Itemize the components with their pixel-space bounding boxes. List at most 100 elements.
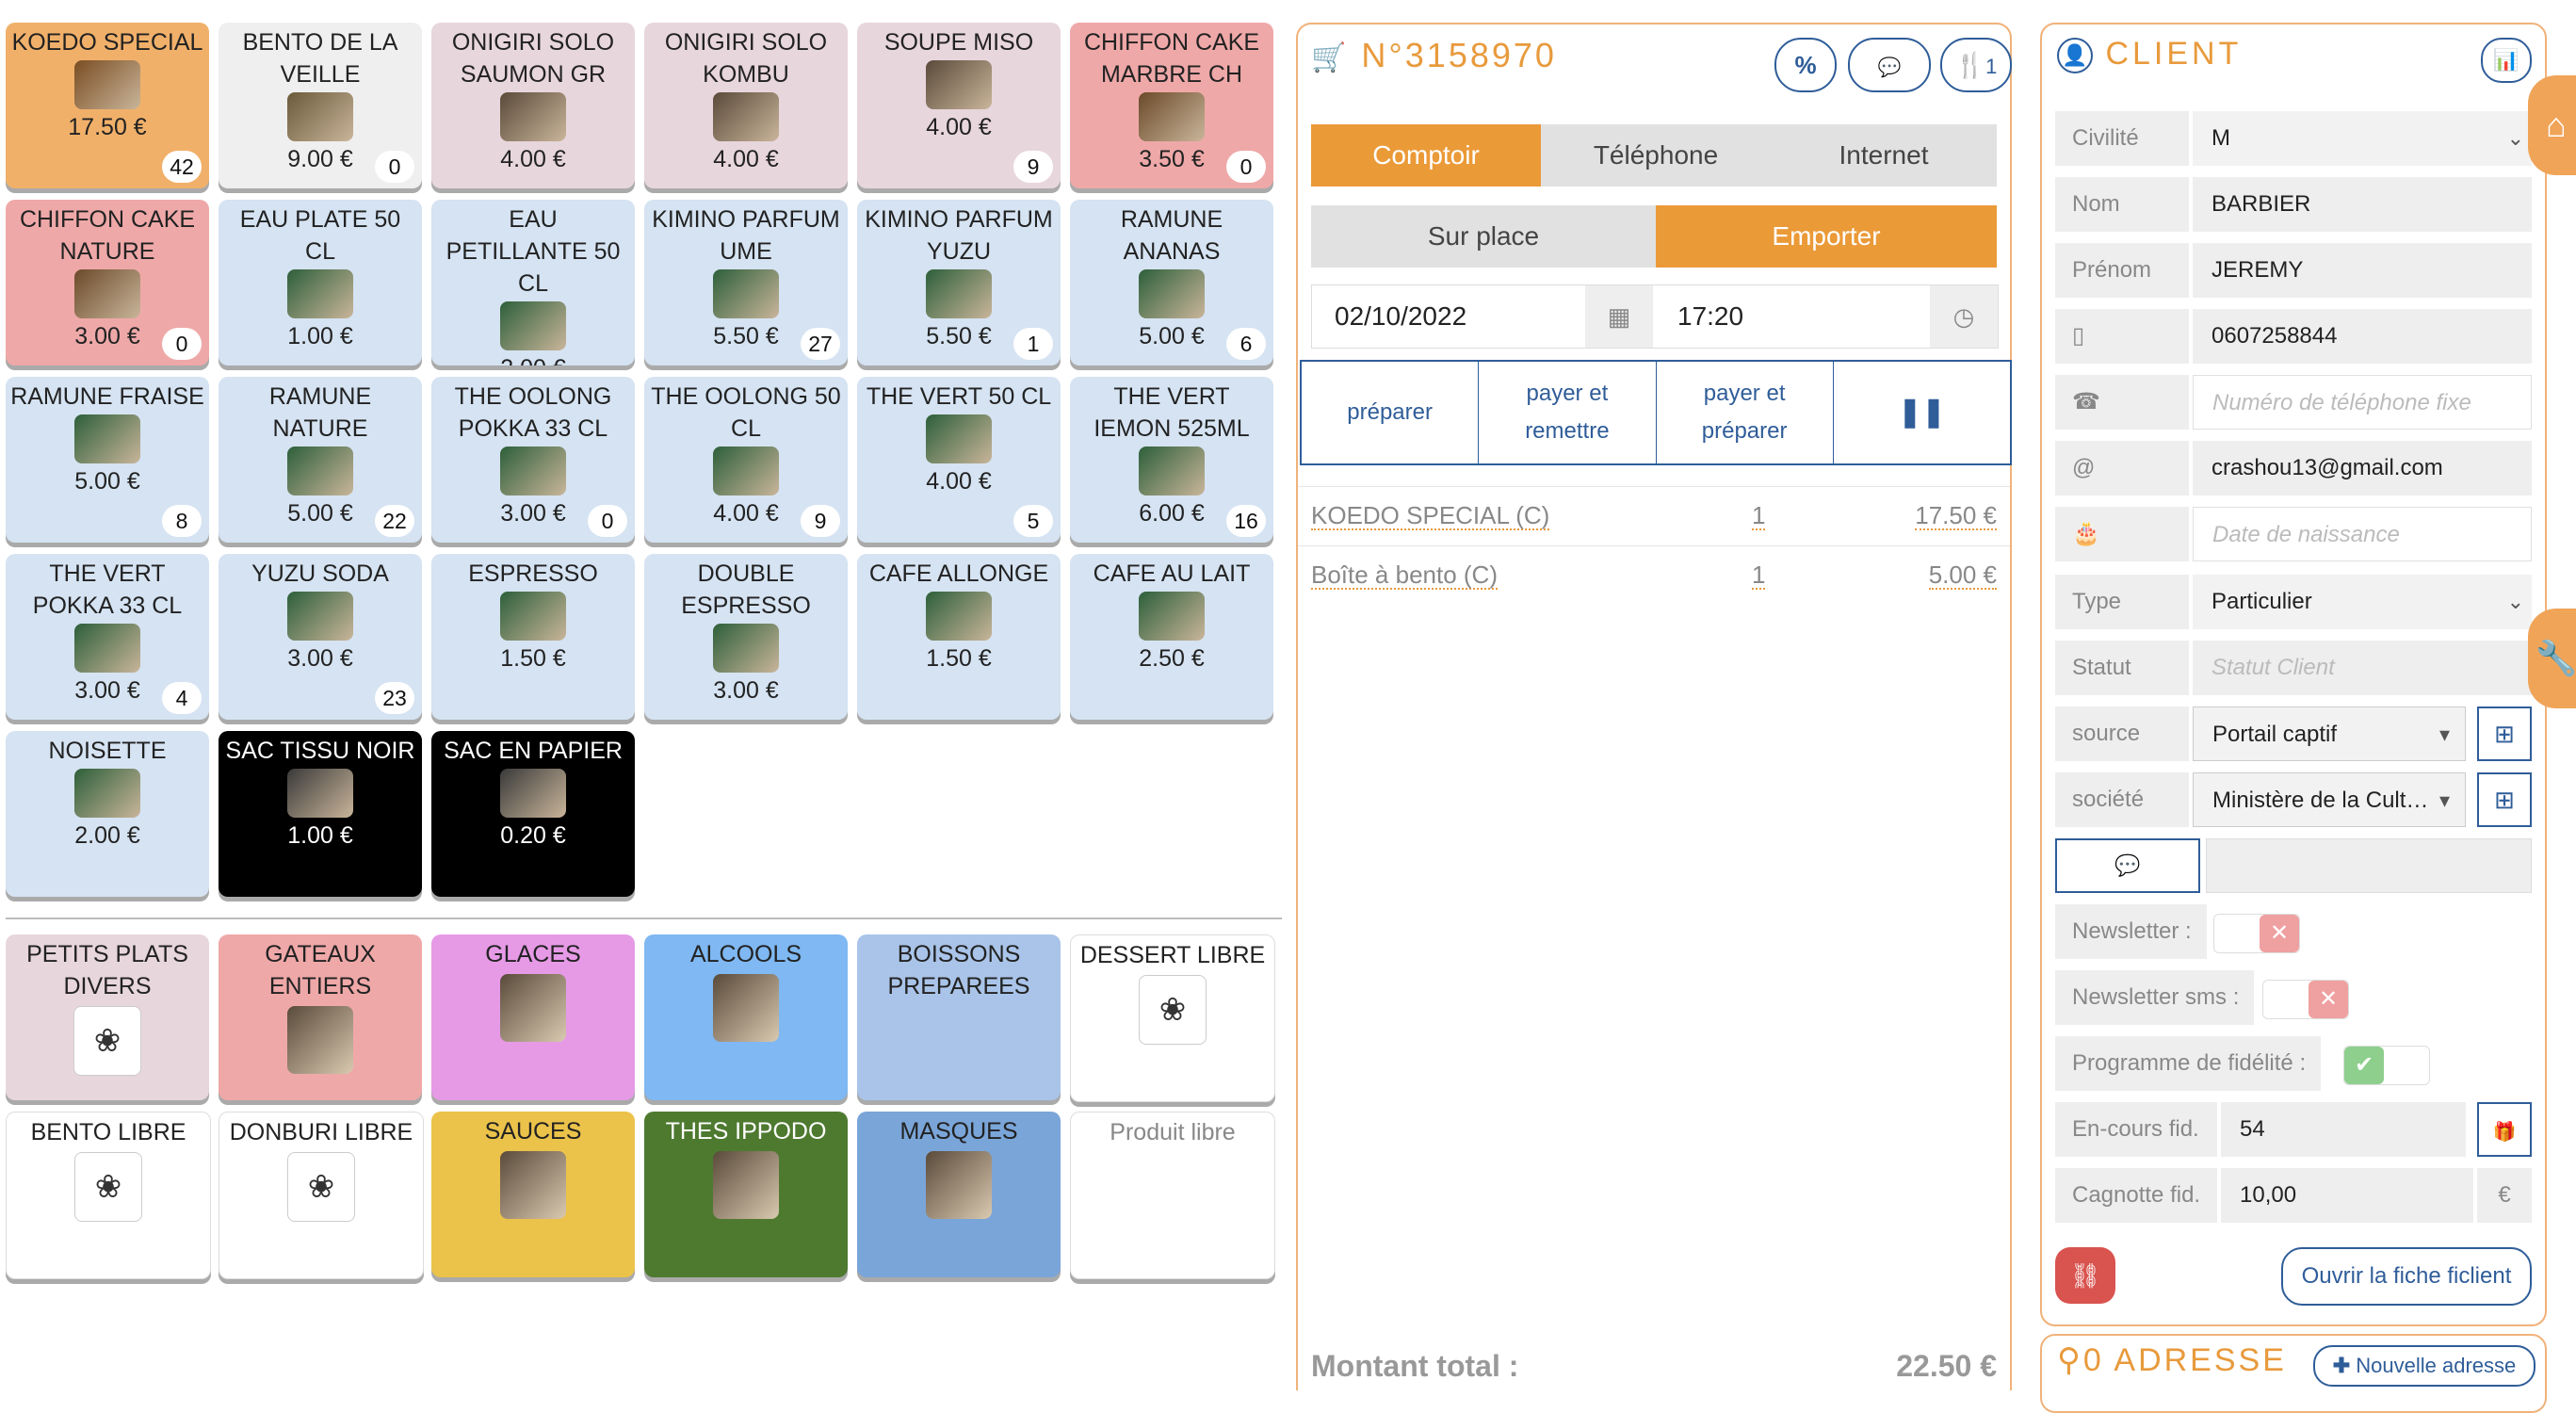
add-societe-button[interactable]: ⊞ xyxy=(2477,772,2532,827)
product-tile[interactable]: EAU PLATE 50 cl 1.00 € xyxy=(219,200,422,365)
onigiri-icon xyxy=(500,92,566,141)
product-tile[interactable]: CAFE AU LAIT 2.50 € xyxy=(1070,554,1273,720)
mobile-field[interactable]: 0607258844 xyxy=(2193,309,2532,364)
fidelite-toggle[interactable]: ✔ xyxy=(2343,1046,2430,1085)
product-tile[interactable]: SAC EN PAPIER 0.20 € xyxy=(431,731,635,897)
product-tile[interactable]: CAFE ALLONGE 1.50 € xyxy=(857,554,1061,720)
product-tile[interactable]: ONIGIRI SOLO KOMBU 4.00 € xyxy=(644,23,848,188)
product-tile[interactable]: KOEDO SPECIAL 17.50 € 42 xyxy=(6,23,209,188)
newsletter-toggle[interactable]: ✕ xyxy=(2213,914,2300,953)
mobile-icon: ▯ xyxy=(2055,309,2189,364)
comment-textarea[interactable] xyxy=(2206,838,2532,893)
tools-tab[interactable]: 🔧 xyxy=(2528,609,2576,708)
pay-and-prepare-button[interactable]: payer et préparer xyxy=(1657,362,1834,463)
product-tile[interactable]: CHIFFON CAKE NATURE 3.00 €0 xyxy=(6,200,209,365)
category-tile[interactable]: GATEAUX ENTIERS xyxy=(219,934,422,1100)
product-tile[interactable]: THE VERT IEMON 525ml 6.00 €16 xyxy=(1070,377,1273,543)
category-name: DONBURI LIBRE xyxy=(229,1119,413,1145)
email-field[interactable]: crashou13@gmail.com xyxy=(2193,441,2532,495)
pay-and-deliver-button[interactable]: payer et remettre xyxy=(1479,362,1657,463)
pause-button[interactable]: ❚❚ xyxy=(1834,362,2010,463)
mode-emporter[interactable]: Emporter xyxy=(1656,205,1997,268)
category-tile[interactable]: BENTO LIBRE ❀ xyxy=(6,1112,211,1279)
covers-button[interactable]: 🍴1 xyxy=(1940,38,2012,92)
statut-field[interactable]: Statut Client xyxy=(2193,641,2532,695)
product-tile[interactable]: KIMINO PARFUM YUZU 5.50 €1 xyxy=(857,200,1061,365)
product-name: RAMUNE FRAISE xyxy=(10,383,204,410)
product-tile[interactable]: CHIFFON CAKE MARBRE CH 3.50 €0 xyxy=(1070,23,1273,188)
order-panel: 🛒 N°3158970 % 💬 🍴1 Comptoir Téléphone In… xyxy=(1296,23,2012,1390)
home-tab[interactable]: ⌂ xyxy=(2528,75,2576,175)
type-select[interactable]: Particulier ⌄ xyxy=(2193,575,2532,629)
line-name[interactable]: Boîte à bento (C) xyxy=(1311,561,1498,590)
home-icon: ⌂ xyxy=(2546,106,2567,144)
product-tile[interactable]: THE VERT 50 cl 4.00 € 5 xyxy=(857,377,1061,543)
channel-telephone[interactable]: Téléphone xyxy=(1541,124,1771,187)
mode-sur-place[interactable]: Sur place xyxy=(1311,205,1656,268)
birthday-icon: 🎂 xyxy=(2055,507,2189,561)
channel-comptoir[interactable]: Comptoir xyxy=(1311,124,1541,187)
category-tile[interactable]: ALCOOLS xyxy=(644,934,848,1100)
prenom-field[interactable]: JEREMY xyxy=(2193,243,2532,298)
line-price[interactable]: 17.50 € xyxy=(1915,502,1997,530)
category-tile[interactable]: THES IPPODO xyxy=(644,1112,848,1277)
category-tile[interactable]: Produit libre xyxy=(1070,1112,1275,1279)
line-qty[interactable]: 1 xyxy=(1752,561,1766,590)
stats-button[interactable]: 📊 xyxy=(2481,38,2532,83)
product-tile[interactable]: ESPRESSO 1.50 € xyxy=(431,554,635,720)
product-tile[interactable]: THE OOLONG 50 cl 4.00 €9 xyxy=(644,377,848,543)
time-input[interactable]: 17:20 xyxy=(1677,285,1743,348)
product-tile[interactable]: YUZU SODA 3.00 € 23 xyxy=(219,554,422,720)
line-qty[interactable]: 1 xyxy=(1752,502,1766,530)
koedo-logo-icon: ❀ xyxy=(287,1152,355,1222)
ice-cream-icon xyxy=(500,974,566,1042)
product-tile[interactable]: ONIGIRI SOLO SAUMON GR 4.00 € xyxy=(431,23,635,188)
prepare-button[interactable]: préparer xyxy=(1302,362,1480,463)
product-tile[interactable]: NOISETTE 2.00 € xyxy=(6,731,209,897)
phone-field[interactable]: Numéro de téléphone fixe xyxy=(2193,375,2532,430)
category-tile[interactable]: GLACES xyxy=(431,934,635,1100)
product-tile[interactable]: RAMUNE NATURE 5.00 €22 xyxy=(219,377,422,543)
category-tile[interactable]: MASQUES xyxy=(857,1112,1061,1277)
calendar-icon[interactable]: ▦ xyxy=(1585,285,1653,348)
unlink-client-button[interactable]: ⛓ xyxy=(2055,1247,2115,1304)
product-tile[interactable]: BENTO DE LA VEILLE 9.00 €0 xyxy=(219,23,422,188)
product-tile[interactable]: SAC TISSU NOIR 1.00 € xyxy=(219,731,422,897)
encours-field[interactable]: 54 xyxy=(2221,1102,2466,1157)
category-tile[interactable]: PETITS PLATS DIVERS ❀ xyxy=(6,934,209,1100)
birth-field[interactable]: Date de naissance xyxy=(2193,507,2532,561)
add-source-button[interactable]: ⊞ xyxy=(2477,706,2532,761)
newsletter-sms-toggle[interactable]: ✕ xyxy=(2262,980,2349,1019)
product-tile[interactable]: SOUPE MISO 4.00 € 9 xyxy=(857,23,1061,188)
product-tile[interactable]: THE OOLONG POKKA 33 cl 3.00 €0 xyxy=(431,377,635,543)
product-name: KIMINO PARFUM YUZU xyxy=(865,206,1053,265)
order-line[interactable]: Boîte à bento (C) 1 5.00 € xyxy=(1298,545,2010,605)
product-tile[interactable]: THE VERT POKKA 33 cl 3.00 €4 xyxy=(6,554,209,720)
gift-button[interactable]: 🎁 xyxy=(2477,1102,2532,1157)
product-tile[interactable]: RAMUNE ANANAS 5.00 €6 xyxy=(1070,200,1273,365)
societe-select[interactable]: Ministère de la Cult… ▾ xyxy=(2193,772,2466,827)
open-client-file-button[interactable]: Ouvrir la fiche ficlient xyxy=(2281,1247,2532,1306)
category-tile[interactable]: DESSERT LIBRE ❀ xyxy=(1070,934,1275,1102)
category-tile[interactable]: BOISSONS PREPAREES xyxy=(857,934,1061,1100)
product-tile[interactable]: DOUBLE ESPRESSO 3.00 € xyxy=(644,554,848,720)
category-tile[interactable]: DONBURI LIBRE ❀ xyxy=(219,1112,424,1279)
nom-field[interactable]: BARBIER xyxy=(2193,177,2532,232)
source-select[interactable]: Portail captif ▾ xyxy=(2193,706,2466,761)
cagnotte-field[interactable]: 10,00 xyxy=(2221,1168,2473,1223)
new-address-button[interactable]: ✚ Nouvelle adresse xyxy=(2313,1345,2535,1387)
product-tile[interactable]: RAMUNE FRAISE 5.00 € 8 xyxy=(6,377,209,543)
product-tile[interactable]: KIMINO PARFUM UME 5.50 €27 xyxy=(644,200,848,365)
comment-toggle-button[interactable]: 💬 xyxy=(2055,838,2200,893)
category-tile[interactable]: SAUCES xyxy=(431,1112,635,1277)
discount-button[interactable]: % xyxy=(1774,38,1837,92)
channel-internet[interactable]: Internet xyxy=(1771,124,1997,187)
date-input[interactable]: 02/10/2022 xyxy=(1335,285,1466,348)
line-price[interactable]: 5.00 € xyxy=(1928,561,1997,590)
product-tile[interactable]: EAU PETILLANTE 50 cl 2.00 € xyxy=(431,200,635,365)
comment-button[interactable]: 💬 xyxy=(1848,38,1931,92)
line-name[interactable]: KOEDO SPECIAL (C) xyxy=(1311,502,1550,530)
clock-icon[interactable]: ◷ xyxy=(1930,285,1998,348)
civilite-select[interactable]: M ⌄ xyxy=(2193,111,2532,166)
order-line[interactable]: KOEDO SPECIAL (C) 1 17.50 € xyxy=(1298,486,2010,545)
